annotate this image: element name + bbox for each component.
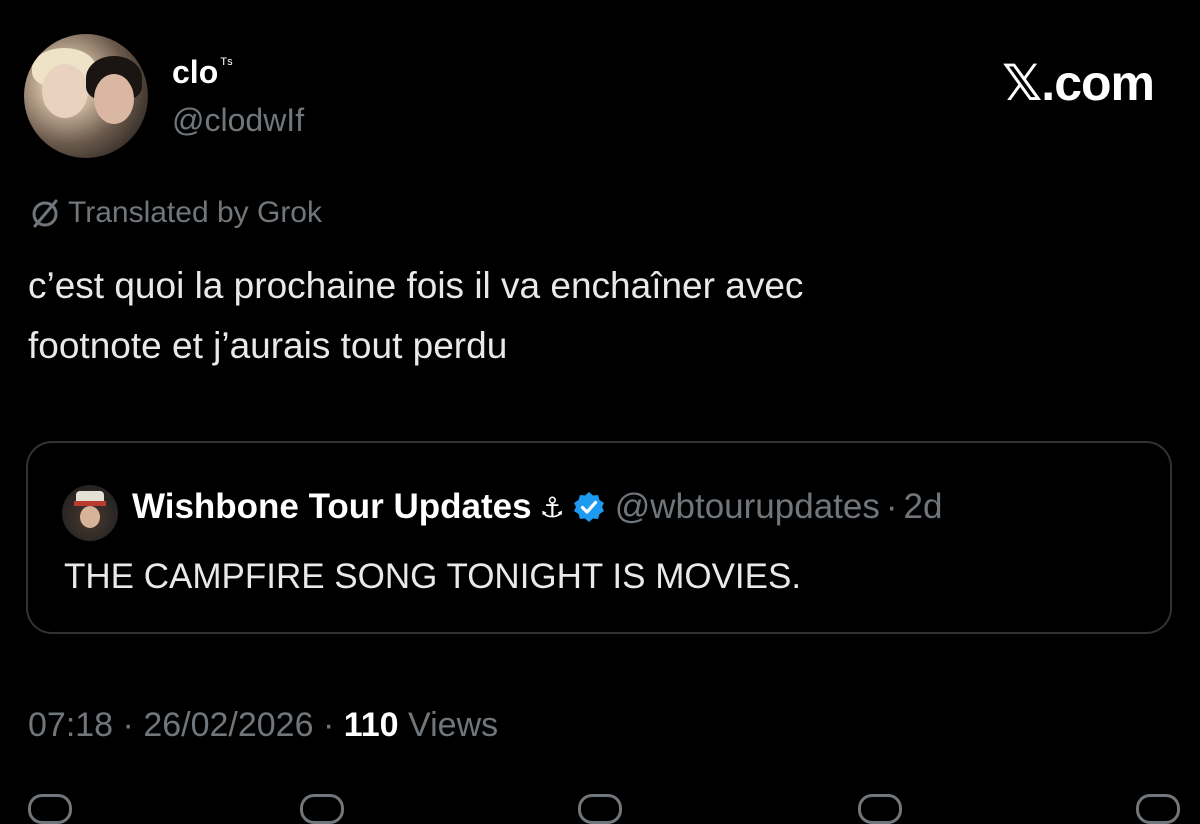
post-date[interactable]: 26/02/2026 bbox=[143, 706, 313, 744]
author-handle[interactable]: @clodwIf bbox=[172, 102, 304, 139]
translation-note-text: Translated by Grok bbox=[68, 196, 322, 229]
quoted-author-handle: @wbtourupdates bbox=[614, 487, 880, 526]
views-count: 110 bbox=[343, 706, 399, 744]
bookmark-icon[interactable] bbox=[858, 794, 902, 824]
meta-separator: · bbox=[122, 706, 134, 744]
author-name-text: clo bbox=[172, 54, 219, 90]
avatar-figure-right-face bbox=[94, 74, 134, 124]
post-text: c’est quoi la prochaine fois il va encha… bbox=[28, 265, 804, 366]
anchor-icon: ⚓ bbox=[539, 491, 565, 523]
quoted-separator: · bbox=[885, 487, 898, 526]
slashed-circle-icon bbox=[32, 199, 58, 228]
author-name-suffix: ᵀˢ bbox=[220, 56, 233, 73]
share-icon[interactable] bbox=[1136, 794, 1180, 824]
verified-badge-icon bbox=[573, 492, 604, 522]
quoted-author-avatar bbox=[62, 485, 118, 541]
site-logo: 𝕏.com bbox=[1002, 55, 1155, 111]
quoted-tweet-header: Wishbone Tour Updates ⚓ @wbtourupdates ·… bbox=[132, 487, 942, 527]
reply-icon[interactable] bbox=[28, 794, 72, 824]
quoted-timestamp: 2d bbox=[903, 487, 943, 526]
meta-separator: · bbox=[322, 706, 335, 744]
repost-icon[interactable] bbox=[300, 794, 344, 824]
author-avatar[interactable] bbox=[24, 34, 148, 158]
avatar-face bbox=[80, 506, 100, 528]
views-label: Views bbox=[408, 706, 499, 744]
translation-note: Translated by Grok bbox=[28, 196, 322, 230]
quoted-tweet-text: THE CAMPFIRE SONG TONIGHT IS MOVIES. bbox=[64, 557, 802, 596]
quoted-tweet-card[interactable]: Wishbone Tour Updates ⚓ @wbtourupdates ·… bbox=[26, 441, 1172, 634]
post-time[interactable]: 07:18 bbox=[28, 706, 113, 744]
tweet-meta: 07:18 · 26/02/2026 · 110 Views bbox=[28, 706, 498, 745]
quoted-author-name: Wishbone Tour Updates bbox=[132, 487, 532, 526]
like-icon[interactable] bbox=[578, 794, 622, 824]
author-name[interactable]: clo ᵀˢ bbox=[172, 54, 233, 91]
avatar-figure-left-face bbox=[42, 64, 88, 118]
